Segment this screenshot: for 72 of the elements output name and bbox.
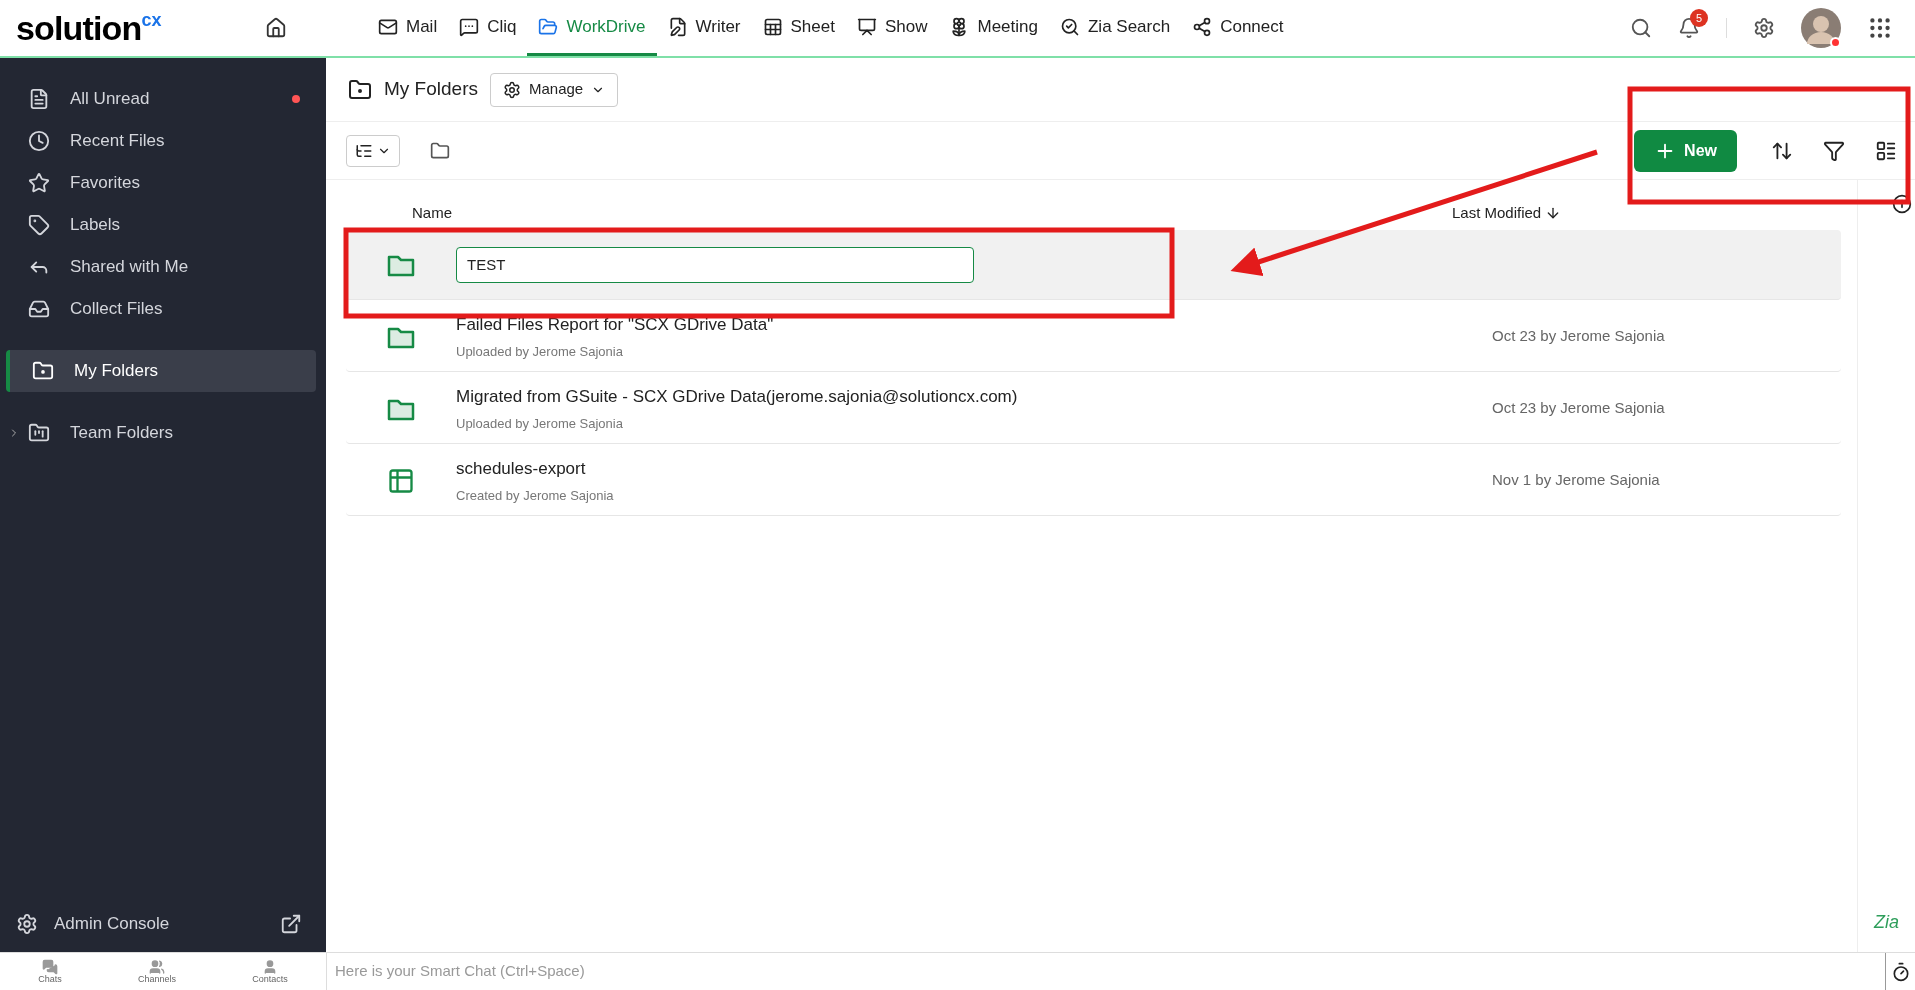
folder-icon[interactable] bbox=[430, 140, 450, 161]
modified-date: Oct 23 by Jerome Sajonia bbox=[1492, 398, 1665, 419]
folder-icon bbox=[28, 422, 50, 444]
chat-icon bbox=[459, 16, 480, 37]
file-owner: Created by Jerome Sajonia bbox=[456, 486, 615, 505]
search-icon bbox=[1059, 16, 1080, 37]
apps-grid-icon[interactable] bbox=[1867, 15, 1893, 41]
info-icon[interactable] bbox=[1891, 194, 1912, 214]
document-icon bbox=[28, 88, 50, 110]
spreadsheet-icon bbox=[387, 466, 415, 495]
folder-icon bbox=[538, 16, 559, 37]
sidebar-item[interactable]: Team Folders bbox=[6, 412, 316, 454]
chat-tab[interactable]: Channels bbox=[137, 959, 176, 984]
app-tab[interactable]: Show bbox=[845, 0, 939, 56]
notification-count: 5 bbox=[1690, 9, 1708, 27]
file-name[interactable]: Failed Files Report for "SCX GDrive Data" bbox=[456, 312, 1476, 338]
file-owner: Uploaded by Jerome Sajonia bbox=[456, 342, 624, 361]
rename-field[interactable]: TEST bbox=[456, 246, 974, 283]
modified-date: Nov 1 by Jerome Sajonia bbox=[1492, 470, 1660, 491]
folder-icon bbox=[32, 360, 54, 382]
sidebar-item[interactable]: Favorites bbox=[6, 162, 316, 204]
chat-tab[interactable]: Contacts bbox=[252, 959, 288, 984]
sidebar-item[interactable]: All Unread bbox=[6, 78, 316, 120]
app-tab[interactable]: Sheet bbox=[751, 0, 846, 56]
file-row[interactable]: Migrated from GSuite - SCX GDrive Data(jerome.sajonia@solutioncx.com) Uploaded by Jerome Sajonia Oct 23 by Jerome Sajonia bbox=[346, 374, 1841, 444]
column-header[interactable]: Last Modified bbox=[1452, 201, 1562, 224]
file-owner: Uploaded by Jerome Sajonia bbox=[456, 414, 624, 433]
column-header[interactable]: Name bbox=[412, 201, 1452, 224]
sidebar-item[interactable]: Labels bbox=[6, 204, 316, 246]
app-tab[interactable]: Mail bbox=[367, 0, 449, 56]
view-options-icon[interactable] bbox=[1875, 139, 1897, 162]
app-tab[interactable]: Writer bbox=[656, 0, 752, 56]
settings-icon[interactable] bbox=[1753, 17, 1775, 39]
admin-console-link[interactable]: Admin Console bbox=[54, 911, 170, 937]
app-tab[interactable]: Zia Search bbox=[1048, 0, 1182, 56]
file-row[interactable]: TEST bbox=[346, 230, 1841, 300]
file-name[interactable]: Migrated from GSuite - SCX GDrive Data(jerome.sajonia@solutioncx.com) bbox=[456, 384, 1476, 410]
chat-bubbles-icon bbox=[41, 959, 58, 975]
people-icon bbox=[148, 959, 165, 975]
sidebar-item[interactable]: Collect Files bbox=[6, 288, 316, 330]
sidebar-item[interactable]: My Folders bbox=[6, 350, 316, 392]
search-icon[interactable] bbox=[1630, 17, 1652, 39]
app-tab[interactable]: WorkDrive bbox=[527, 0, 657, 56]
star-icon bbox=[28, 172, 50, 194]
app-tab[interactable]: Meeting bbox=[938, 0, 1049, 56]
network-icon bbox=[1192, 16, 1213, 37]
new-button[interactable]: New bbox=[1634, 129, 1737, 172]
smart-chat-field[interactable]: Here is your Smart Chat (Ctrl+Space) bbox=[326, 953, 1885, 990]
home-icon[interactable] bbox=[265, 17, 287, 39]
filter-icon[interactable] bbox=[1823, 139, 1845, 162]
chat-tab[interactable]: Chats bbox=[38, 959, 62, 984]
folder-icon bbox=[348, 77, 372, 102]
tree-view-button[interactable] bbox=[346, 134, 400, 167]
clock-icon bbox=[28, 130, 50, 152]
modified-date: Oct 23 by Jerome Sajonia bbox=[1492, 326, 1665, 347]
tray-icon bbox=[28, 298, 50, 320]
file-name[interactable]: schedules-export bbox=[456, 456, 1476, 482]
avatar[interactable] bbox=[1801, 8, 1841, 48]
sheet-icon bbox=[762, 16, 783, 37]
tag-icon bbox=[28, 214, 50, 236]
external-link-icon[interactable] bbox=[280, 913, 302, 935]
settings-icon bbox=[16, 913, 38, 935]
app-tab[interactable]: Cliq bbox=[448, 0, 528, 56]
sidebar-item[interactable]: Shared with Me bbox=[6, 246, 316, 288]
presentation-icon bbox=[856, 16, 877, 37]
file-row[interactable]: Failed Files Report for "SCX GDrive Data" Uploaded by Jerome Sajonia Oct 23 by Jerome Sajonia bbox=[346, 302, 1841, 372]
gear-icon bbox=[502, 80, 521, 99]
page-title: My Folders bbox=[384, 77, 478, 102]
app-tab[interactable]: Connect bbox=[1181, 0, 1295, 56]
manage-button[interactable]: Manage bbox=[489, 72, 619, 107]
sidebar-item[interactable]: Recent Files bbox=[6, 120, 316, 162]
file-row[interactable]: schedules-export Created by Jerome Sajonia Nov 1 by Jerome Sajonia bbox=[346, 446, 1841, 516]
